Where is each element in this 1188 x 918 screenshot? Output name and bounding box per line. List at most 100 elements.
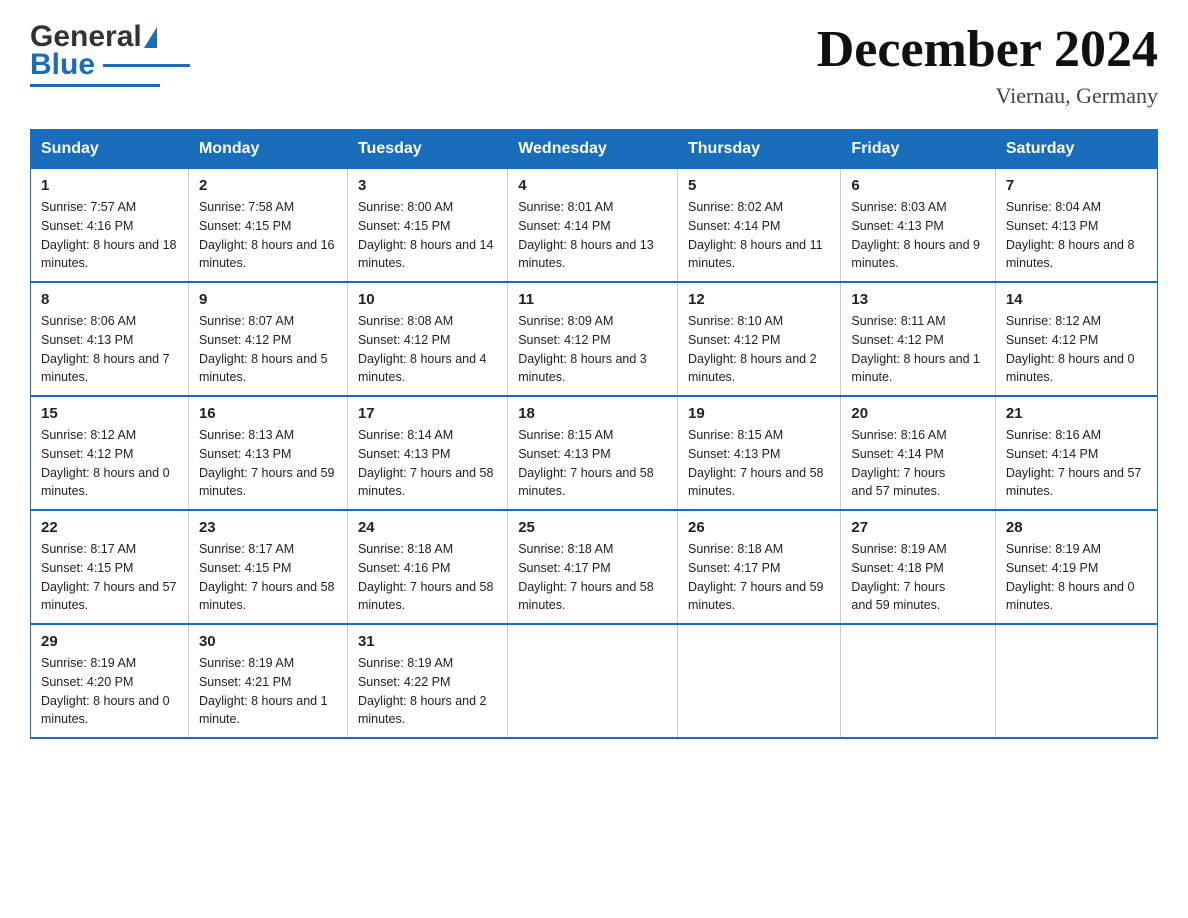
day-number: 21 — [1006, 405, 1147, 422]
day-number: 23 — [199, 519, 337, 536]
calendar-cell: 30 Sunrise: 8:19 AM Sunset: 4:21 PM Dayl… — [188, 624, 347, 738]
calendar-cell: 11 Sunrise: 8:09 AM Sunset: 4:12 PM Dayl… — [508, 282, 678, 396]
header-friday: Friday — [841, 130, 995, 169]
calendar-cell: 17 Sunrise: 8:14 AM Sunset: 4:13 PM Dayl… — [347, 396, 507, 510]
day-info: Sunrise: 8:12 AM Sunset: 4:12 PM Dayligh… — [41, 426, 178, 501]
header-wednesday: Wednesday — [508, 130, 678, 169]
calendar-week-row: 22 Sunrise: 8:17 AM Sunset: 4:15 PM Dayl… — [31, 510, 1158, 624]
day-number: 7 — [1006, 177, 1147, 194]
title-block: December 2024 Viernau, Germany — [817, 20, 1158, 109]
calendar-table: Sunday Monday Tuesday Wednesday Thursday… — [30, 129, 1158, 739]
day-number: 14 — [1006, 291, 1147, 308]
calendar-week-row: 8 Sunrise: 8:06 AM Sunset: 4:13 PM Dayli… — [31, 282, 1158, 396]
day-number: 26 — [688, 519, 830, 536]
day-info: Sunrise: 8:09 AM Sunset: 4:12 PM Dayligh… — [518, 312, 667, 387]
day-number: 20 — [851, 405, 984, 422]
calendar-cell: 10 Sunrise: 8:08 AM Sunset: 4:12 PM Dayl… — [347, 282, 507, 396]
day-info: Sunrise: 8:18 AM Sunset: 4:16 PM Dayligh… — [358, 540, 497, 615]
calendar-cell — [995, 624, 1157, 738]
calendar-cell: 31 Sunrise: 8:19 AM Sunset: 4:22 PM Dayl… — [347, 624, 507, 738]
day-info: Sunrise: 8:19 AM Sunset: 4:18 PM Dayligh… — [851, 540, 984, 615]
calendar-cell: 27 Sunrise: 8:19 AM Sunset: 4:18 PM Dayl… — [841, 510, 995, 624]
day-info: Sunrise: 8:19 AM Sunset: 4:22 PM Dayligh… — [358, 654, 497, 729]
day-number: 10 — [358, 291, 497, 308]
calendar-cell: 5 Sunrise: 8:02 AM Sunset: 4:14 PM Dayli… — [678, 169, 841, 283]
day-number: 31 — [358, 633, 497, 650]
calendar-cell: 2 Sunrise: 7:58 AM Sunset: 4:15 PM Dayli… — [188, 169, 347, 283]
day-number: 15 — [41, 405, 178, 422]
header-tuesday: Tuesday — [347, 130, 507, 169]
calendar-cell: 9 Sunrise: 8:07 AM Sunset: 4:12 PM Dayli… — [188, 282, 347, 396]
day-info: Sunrise: 8:19 AM Sunset: 4:21 PM Dayligh… — [199, 654, 337, 729]
logo-arrow-icon — [144, 27, 157, 48]
logo-text-blue: Blue — [30, 48, 95, 82]
calendar-cell: 12 Sunrise: 8:10 AM Sunset: 4:12 PM Dayl… — [678, 282, 841, 396]
day-info: Sunrise: 8:19 AM Sunset: 4:20 PM Dayligh… — [41, 654, 178, 729]
day-info: Sunrise: 8:19 AM Sunset: 4:19 PM Dayligh… — [1006, 540, 1147, 615]
calendar-cell: 6 Sunrise: 8:03 AM Sunset: 4:13 PM Dayli… — [841, 169, 995, 283]
day-info: Sunrise: 8:13 AM Sunset: 4:13 PM Dayligh… — [199, 426, 337, 501]
day-info: Sunrise: 8:02 AM Sunset: 4:14 PM Dayligh… — [688, 198, 830, 273]
day-number: 19 — [688, 405, 830, 422]
calendar-header-row: Sunday Monday Tuesday Wednesday Thursday… — [31, 130, 1158, 169]
calendar-cell — [508, 624, 678, 738]
day-info: Sunrise: 8:16 AM Sunset: 4:14 PM Dayligh… — [851, 426, 984, 501]
day-number: 24 — [358, 519, 497, 536]
logo-underline-bar — [30, 84, 160, 87]
calendar-cell: 1 Sunrise: 7:57 AM Sunset: 4:16 PM Dayli… — [31, 169, 189, 283]
day-info: Sunrise: 8:08 AM Sunset: 4:12 PM Dayligh… — [358, 312, 497, 387]
calendar-week-row: 1 Sunrise: 7:57 AM Sunset: 4:16 PM Dayli… — [31, 169, 1158, 283]
day-info: Sunrise: 8:01 AM Sunset: 4:14 PM Dayligh… — [518, 198, 667, 273]
day-number: 29 — [41, 633, 178, 650]
logo-line — [103, 64, 190, 67]
header-sunday: Sunday — [31, 130, 189, 169]
calendar-cell: 29 Sunrise: 8:19 AM Sunset: 4:20 PM Dayl… — [31, 624, 189, 738]
calendar-cell: 26 Sunrise: 8:18 AM Sunset: 4:17 PM Dayl… — [678, 510, 841, 624]
day-number: 17 — [358, 405, 497, 422]
calendar-cell: 18 Sunrise: 8:15 AM Sunset: 4:13 PM Dayl… — [508, 396, 678, 510]
header-monday: Monday — [188, 130, 347, 169]
logo: General Blue — [30, 20, 190, 100]
calendar-cell: 8 Sunrise: 8:06 AM Sunset: 4:13 PM Dayli… — [31, 282, 189, 396]
day-number: 1 — [41, 177, 178, 194]
day-number: 27 — [851, 519, 984, 536]
calendar-cell: 4 Sunrise: 8:01 AM Sunset: 4:14 PM Dayli… — [508, 169, 678, 283]
page-header: General Blue December 2024 Viernau, Germ… — [30, 20, 1158, 109]
day-number: 2 — [199, 177, 337, 194]
day-number: 28 — [1006, 519, 1147, 536]
day-number: 13 — [851, 291, 984, 308]
calendar-week-row: 15 Sunrise: 8:12 AM Sunset: 4:12 PM Dayl… — [31, 396, 1158, 510]
calendar-cell: 20 Sunrise: 8:16 AM Sunset: 4:14 PM Dayl… — [841, 396, 995, 510]
day-info: Sunrise: 8:15 AM Sunset: 4:13 PM Dayligh… — [518, 426, 667, 501]
day-info: Sunrise: 8:18 AM Sunset: 4:17 PM Dayligh… — [688, 540, 830, 615]
day-info: Sunrise: 8:11 AM Sunset: 4:12 PM Dayligh… — [851, 312, 984, 387]
calendar-cell: 14 Sunrise: 8:12 AM Sunset: 4:12 PM Dayl… — [995, 282, 1157, 396]
calendar-cell: 7 Sunrise: 8:04 AM Sunset: 4:13 PM Dayli… — [995, 169, 1157, 283]
day-number: 4 — [518, 177, 667, 194]
day-info: Sunrise: 8:00 AM Sunset: 4:15 PM Dayligh… — [358, 198, 497, 273]
day-info: Sunrise: 8:17 AM Sunset: 4:15 PM Dayligh… — [41, 540, 178, 615]
calendar-location: Viernau, Germany — [817, 83, 1158, 109]
day-number: 30 — [199, 633, 337, 650]
header-saturday: Saturday — [995, 130, 1157, 169]
calendar-title: December 2024 — [817, 20, 1158, 79]
day-number: 18 — [518, 405, 667, 422]
calendar-cell: 19 Sunrise: 8:15 AM Sunset: 4:13 PM Dayl… — [678, 396, 841, 510]
day-info: Sunrise: 8:06 AM Sunset: 4:13 PM Dayligh… — [41, 312, 178, 387]
day-number: 16 — [199, 405, 337, 422]
day-number: 12 — [688, 291, 830, 308]
day-number: 6 — [851, 177, 984, 194]
day-info: Sunrise: 7:57 AM Sunset: 4:16 PM Dayligh… — [41, 198, 178, 273]
calendar-cell: 16 Sunrise: 8:13 AM Sunset: 4:13 PM Dayl… — [188, 396, 347, 510]
calendar-cell: 23 Sunrise: 8:17 AM Sunset: 4:15 PM Dayl… — [188, 510, 347, 624]
calendar-cell — [678, 624, 841, 738]
calendar-cell: 24 Sunrise: 8:18 AM Sunset: 4:16 PM Dayl… — [347, 510, 507, 624]
day-info: Sunrise: 8:07 AM Sunset: 4:12 PM Dayligh… — [199, 312, 337, 387]
calendar-cell: 13 Sunrise: 8:11 AM Sunset: 4:12 PM Dayl… — [841, 282, 995, 396]
day-info: Sunrise: 8:14 AM Sunset: 4:13 PM Dayligh… — [358, 426, 497, 501]
day-number: 25 — [518, 519, 667, 536]
day-info: Sunrise: 8:15 AM Sunset: 4:13 PM Dayligh… — [688, 426, 830, 501]
day-info: Sunrise: 8:18 AM Sunset: 4:17 PM Dayligh… — [518, 540, 667, 615]
day-number: 8 — [41, 291, 178, 308]
calendar-cell: 3 Sunrise: 8:00 AM Sunset: 4:15 PM Dayli… — [347, 169, 507, 283]
